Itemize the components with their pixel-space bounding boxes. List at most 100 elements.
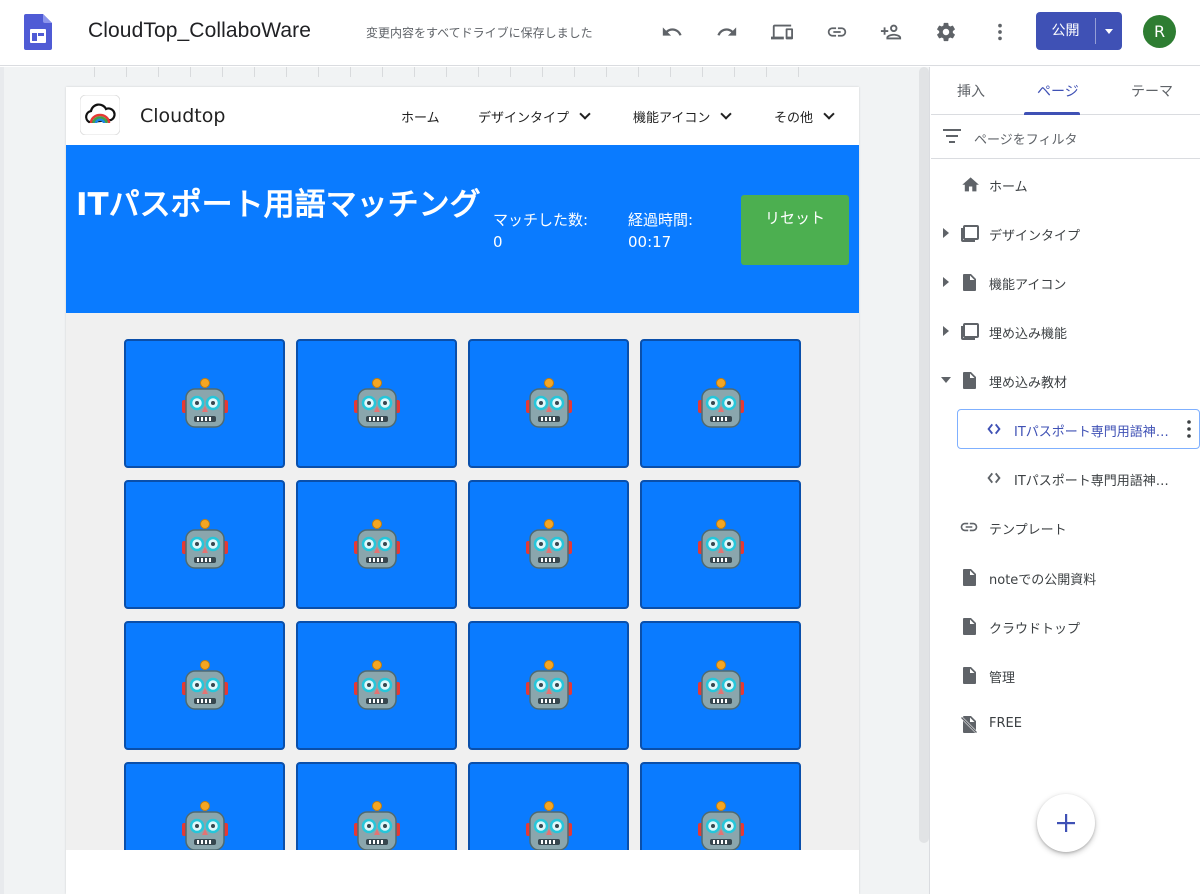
filter-icon [943,129,961,143]
robot-face-icon [181,659,228,710]
site-footer [66,850,859,894]
memory-card[interactable] [640,480,801,609]
site-nav-more[interactable]: その他 [774,87,835,145]
robot-face-icon [525,377,572,428]
robot-face-icon [181,377,228,428]
expand-arrow-icon[interactable] [943,228,949,238]
memory-card[interactable] [296,480,457,609]
page-list-item[interactable]: 管理 [931,656,1200,696]
hidden-page-icon [959,714,979,734]
site-nav-label: その他 [774,110,814,126]
site-document-title[interactable]: CloudTop_CollaboWare [88,19,311,43]
site-name[interactable]: Cloudtop [140,105,225,127]
page-list-item[interactable]: noteでの公開資料 [931,558,1200,598]
page-list-item[interactable]: ITパスポート専門用語神経衰弱 [931,459,1200,499]
elapsed-time-stat: 経過時間: 00:17 [628,209,693,253]
gear-icon[interactable] [933,19,959,45]
robot-face-icon [181,518,228,569]
page-icon [959,370,979,390]
site-nav-label: ホーム [401,110,440,126]
page-list-item[interactable]: クラウドトップ [931,607,1200,647]
memory-card[interactable] [468,621,629,750]
page-list-item[interactable]: 埋め込み機能 [931,312,1200,352]
publish-label[interactable]: 公開 [1036,12,1095,50]
robot-face-icon [353,377,400,428]
memory-card[interactable] [124,339,285,468]
chevron-down-icon[interactable] [823,107,835,120]
save-status-text: 変更内容をすべてドライブに保存しました [366,26,593,40]
memory-card[interactable] [296,339,457,468]
chevron-down-icon[interactable] [579,107,591,120]
memory-card[interactable] [640,762,801,850]
page-list-item-label: noteでの公開資料 [989,573,1097,588]
canvas-scrollbar[interactable] [919,67,929,843]
game-title: ITパスポート用語マッチング [76,187,481,223]
page-list-item[interactable]: FREE [931,705,1200,745]
tab-themes[interactable]: テーマ [1131,81,1173,101]
code-icon [984,419,1004,439]
add-page-button[interactable] [1037,794,1095,852]
memory-card[interactable] [468,762,629,850]
plus-icon [1057,814,1075,832]
link-icon[interactable] [824,19,850,45]
robot-face-icon [697,800,744,850]
google-sites-logo-icon[interactable] [24,14,52,50]
site-nav-function-icons[interactable]: 機能アイコン [633,87,733,145]
page-list-item-label: 埋め込み機能 [989,327,1068,342]
site-nav-label: 機能アイコン [633,110,711,126]
memory-card[interactable] [468,480,629,609]
collapse-arrow-icon[interactable] [941,377,951,383]
site-nav-home[interactable]: ホーム [401,87,440,145]
redo-icon[interactable] [714,19,740,45]
more-vert-icon[interactable] [987,19,1013,45]
robot-face-icon [697,518,744,569]
page-list-item[interactable]: ITパスポート専門用語神経衰弱 [957,409,1200,449]
link-icon [959,517,979,537]
tab-pages[interactable]: ページ [1037,81,1079,101]
memory-card[interactable] [124,621,285,750]
game-banner: ITパスポート用語マッチング マッチした数: 0 経過時間: 00:17 リセッ… [66,145,859,313]
matches-label: マッチした数: [493,211,589,229]
memory-card[interactable] [296,762,457,850]
memory-card[interactable] [640,621,801,750]
cloudtop-logo-icon[interactable] [79,94,121,136]
publish-options-caret-icon[interactable] [1096,12,1122,50]
memory-card[interactable] [296,621,457,750]
page-list-item-label: クラウドトップ [989,622,1081,637]
robot-face-icon [697,377,744,428]
expand-arrow-icon[interactable] [943,277,949,287]
preview-devices-icon[interactable] [769,19,795,45]
memory-card[interactable] [640,339,801,468]
tab-insert[interactable]: 挿入 [957,81,985,101]
page-filter[interactable]: ページをフィルタ [931,115,1200,159]
memory-card[interactable] [124,480,285,609]
publish-button[interactable]: 公開 [1036,12,1122,50]
page-list-item-label: FREE [989,716,1022,731]
page-list-item[interactable]: デザインタイプ [931,214,1200,254]
robot-face-icon [353,800,400,850]
page-icon [959,616,979,636]
page-list-item-label: 機能アイコン [989,278,1067,293]
share-add-person-icon[interactable] [878,19,904,45]
user-avatar[interactable]: R [1143,15,1176,48]
page-filter-input[interactable]: ページをフィルタ [974,129,1077,148]
robot-face-icon [697,659,744,710]
pages-stack-icon [959,223,979,243]
page-list-item[interactable]: 機能アイコン [931,263,1200,303]
page-list-item[interactable]: テンプレート [931,508,1200,548]
code-icon [984,468,1004,488]
site-header: Cloudtop ホーム デザインタイプ 機能アイコン その他 [66,87,859,145]
site-preview: Cloudtop ホーム デザインタイプ 機能アイコン その他 ITパスポート用… [66,87,859,894]
expand-arrow-icon[interactable] [943,326,949,336]
chevron-down-icon[interactable] [720,107,733,120]
undo-icon[interactable] [659,19,685,45]
site-nav-design-type[interactable]: デザインタイプ [478,87,591,145]
elapsed-time-label: 経過時間: [628,211,694,229]
memory-card[interactable] [124,762,285,850]
page-list-item[interactable]: 埋め込み教材 [931,361,1200,401]
reset-button[interactable]: リセット [741,195,849,265]
memory-card[interactable] [468,339,629,468]
more-vert-icon[interactable] [1187,420,1191,438]
page-list-item[interactable]: ホーム [931,165,1200,205]
right-side-panel: 挿入 ページ テーマ ページをフィルタ ホーム デザインタイプ 機能アイコン 埋め込み… [931,67,1200,894]
